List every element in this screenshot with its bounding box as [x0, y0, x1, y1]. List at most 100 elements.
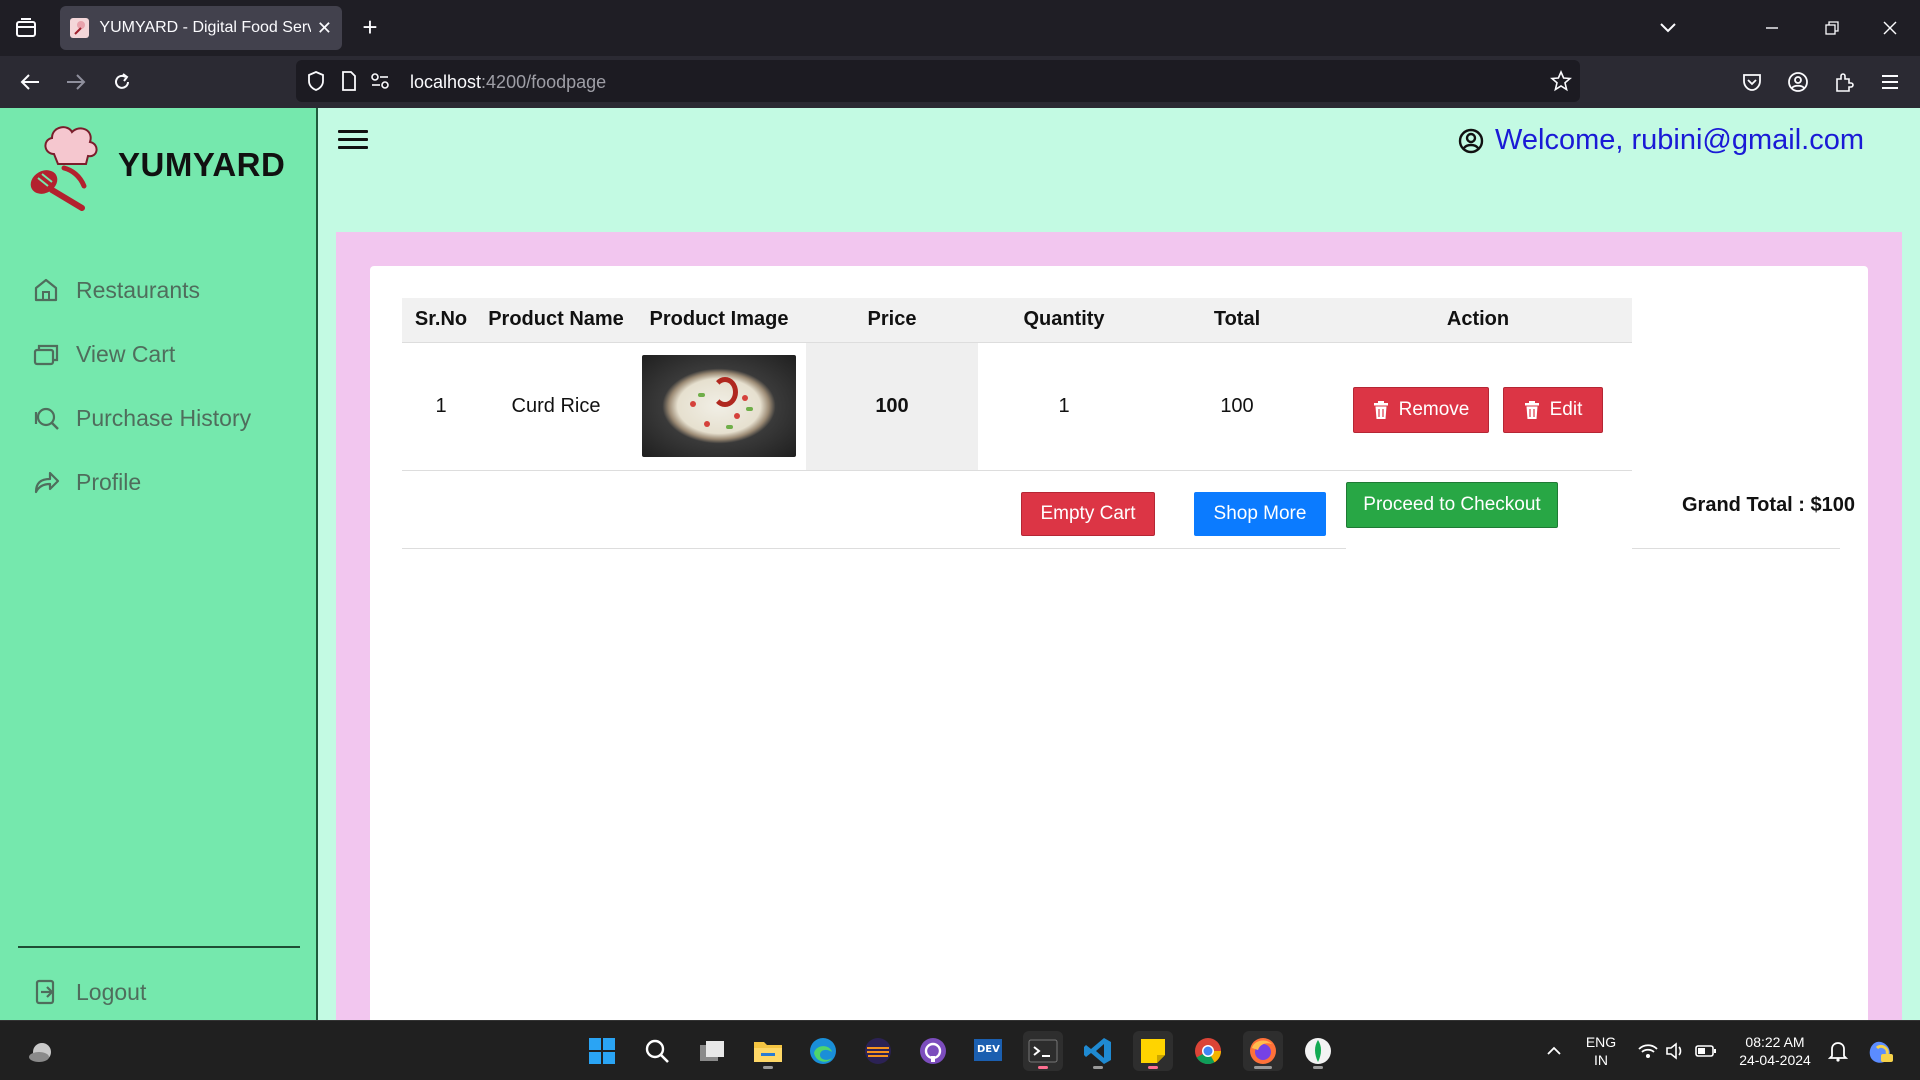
home-icon — [30, 274, 62, 306]
svg-text:DEV: DEV — [977, 1044, 1000, 1055]
eclipse-icon[interactable] — [858, 1031, 898, 1071]
account-icon[interactable] — [1782, 66, 1814, 98]
tab-list-icon[interactable] — [10, 12, 42, 44]
devhome-icon[interactable]: DEV — [968, 1031, 1008, 1071]
chrome-icon[interactable] — [1188, 1031, 1228, 1071]
cart-panel: Sr.No Product Name Product Image Price Q… — [336, 232, 1902, 1020]
share-arrow-icon — [30, 466, 62, 498]
running-indicator — [763, 1066, 773, 1069]
header-product-name: Product Name — [480, 298, 632, 343]
running-indicator — [1254, 1066, 1272, 1069]
edit-button[interactable]: Edit — [1503, 387, 1603, 433]
sidebar-item-label: Purchase History — [76, 404, 252, 431]
shield-icon[interactable] — [306, 70, 326, 97]
browser-nav-bar: localhost:4200/foodpage — [0, 56, 1920, 108]
trash-icon — [1373, 401, 1389, 419]
task-view-icon[interactable] — [692, 1031, 732, 1071]
browser-tab-active[interactable]: YUMYARD - Digital Food Service ✕ — [60, 6, 342, 50]
cart-footer: Empty Cart Shop More Proceed to Checkout… — [402, 470, 1868, 550]
brand-name: YUMYARD — [118, 146, 286, 183]
running-indicator — [1038, 1066, 1048, 1069]
table-row: 1 Curd Rice 100 1 100 Remove Edit — [402, 342, 1632, 471]
sidebar-divider — [18, 946, 300, 948]
region-code: IN — [1594, 1052, 1608, 1068]
header-price: Price — [806, 298, 978, 343]
header-quantity: Quantity — [978, 298, 1150, 343]
logout-icon — [30, 976, 62, 1008]
mongodb-compass-icon[interactable] — [1298, 1031, 1338, 1071]
cell-action: Remove Edit — [1324, 342, 1632, 471]
language-code: ENG — [1585, 1034, 1617, 1050]
bookmark-star-icon[interactable] — [1550, 69, 1572, 97]
empty-cart-button[interactable]: Empty Cart — [1021, 492, 1155, 536]
remove-button[interactable]: Remove — [1353, 387, 1489, 433]
sidebar-item-profile[interactable]: Profile — [30, 462, 141, 502]
list-all-tabs-icon[interactable] — [1648, 12, 1688, 44]
header-product-image: Product Image — [632, 298, 806, 343]
firefox-icon[interactable] — [1243, 1031, 1283, 1071]
battery-icon[interactable] — [1686, 1031, 1726, 1071]
clock[interactable]: 08:22 AM 24-04-2024 — [1730, 1033, 1820, 1069]
new-tab-button[interactable]: + — [354, 12, 386, 44]
app-menu-icon[interactable] — [1874, 66, 1906, 98]
windows-taskbar: DEV ENG IN 08:22 AM 24-04-2024 — [0, 1020, 1920, 1080]
hamburger-menu-icon[interactable] — [338, 130, 368, 156]
clock-date: 24-04-2024 — [1739, 1052, 1811, 1068]
weather-icon[interactable] — [22, 1031, 62, 1071]
running-indicator — [1148, 1066, 1158, 1069]
notification-bell-icon[interactable] — [1818, 1031, 1858, 1071]
pocket-icon[interactable] — [1736, 66, 1768, 98]
sidebar-item-view-cart[interactable]: View Cart — [30, 334, 175, 374]
cell-total: 100 — [1150, 342, 1324, 471]
page-content: YUMYARD Restaurants View Cart Purchase H… — [0, 108, 1920, 1020]
sidebar-item-restaurants[interactable]: Restaurants — [30, 270, 200, 310]
language-indicator[interactable]: ENG IN — [1580, 1033, 1622, 1069]
edge-icon[interactable] — [803, 1031, 843, 1071]
copilot-icon[interactable] — [1860, 1031, 1900, 1071]
shop-more-button[interactable]: Shop More — [1194, 492, 1326, 536]
cell-quantity: 1 — [978, 342, 1150, 471]
back-arrow-icon[interactable] — [14, 66, 46, 98]
url-bar[interactable]: localhost:4200/foodpage — [296, 60, 1580, 102]
header-total: Total — [1150, 298, 1324, 343]
file-explorer-icon[interactable] — [748, 1031, 788, 1071]
running-indicator — [1093, 1066, 1103, 1069]
url-host: localhost — [410, 72, 482, 92]
sidebar-item-label: Profile — [76, 468, 142, 495]
windows-start-icon[interactable] — [582, 1031, 622, 1071]
checkout-button[interactable]: Proceed to Checkout — [1346, 482, 1558, 528]
cart-table-header: Sr.No Product Name Product Image Price Q… — [402, 298, 1632, 343]
github-desktop-icon[interactable] — [913, 1031, 953, 1071]
reload-icon[interactable] — [106, 66, 138, 98]
welcome-user: Welcome, rubini@gmail.com — [1457, 124, 1864, 157]
header-srno: Sr.No — [402, 298, 480, 343]
header-action: Action — [1324, 298, 1632, 343]
footer-divider — [402, 548, 1346, 549]
tab-title: YUMYARD - Digital Food Service — [99, 19, 311, 36]
search-icon[interactable] — [637, 1031, 677, 1071]
footer-divider — [1632, 548, 1840, 549]
close-window-icon[interactable] — [1870, 12, 1910, 44]
terminal-icon[interactable] — [1023, 1031, 1063, 1071]
tab-close-icon[interactable]: ✕ — [317, 18, 332, 39]
vscode-icon[interactable] — [1078, 1031, 1118, 1071]
sidebar-item-purchase-history[interactable]: Purchase History — [30, 398, 251, 438]
cell-srno: 1 — [402, 342, 480, 471]
logout-link[interactable]: Logout — [30, 972, 146, 1012]
show-hidden-icons-chevron-icon[interactable] — [1534, 1031, 1574, 1071]
sidebar-item-label: Restaurants — [76, 276, 201, 303]
browser-tab-bar: YUMYARD - Digital Food Service ✕ + — [0, 0, 1920, 56]
sticky-notes-icon[interactable] — [1133, 1031, 1173, 1071]
cell-price: 100 — [806, 342, 978, 471]
edit-label: Edit — [1549, 399, 1583, 420]
minimize-icon[interactable] — [1752, 12, 1792, 44]
cell-product-name: Curd Rice — [480, 342, 632, 471]
forward-arrow-icon[interactable] — [60, 66, 92, 98]
logout-label: Logout — [76, 978, 147, 1005]
extensions-icon[interactable] — [1828, 66, 1860, 98]
restore-icon[interactable] — [1812, 12, 1852, 44]
cart-card: Sr.No Product Name Product Image Price Q… — [370, 266, 1868, 1020]
page-info-icon[interactable] — [340, 70, 358, 97]
curd-rice-image — [642, 355, 796, 457]
permissions-icon[interactable] — [370, 72, 390, 95]
